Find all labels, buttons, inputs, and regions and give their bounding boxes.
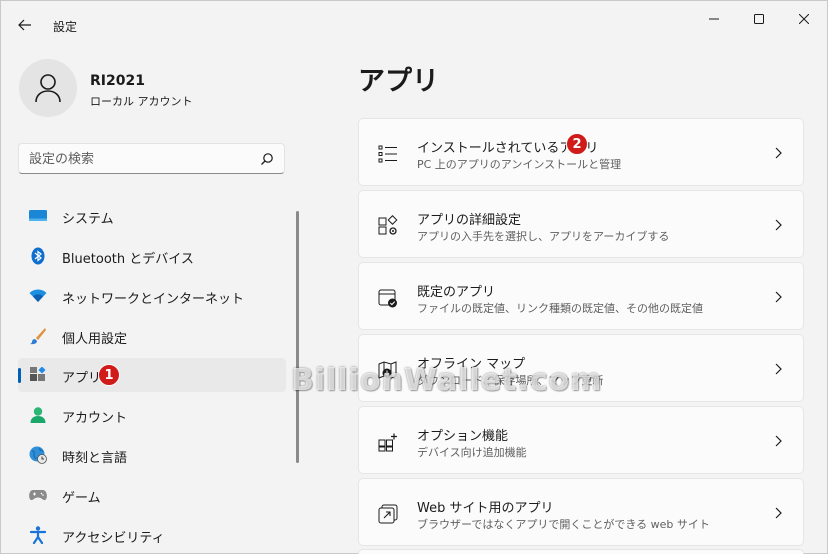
minimize-icon — [709, 18, 719, 20]
avatar[interactable] — [19, 59, 77, 117]
chevron-right-icon — [775, 507, 782, 519]
settings-window: 設定 RI2021 ローカル アカウント システム — [0, 0, 828, 554]
default-apps-icon — [378, 289, 397, 308]
accessibility-icon — [29, 526, 47, 544]
card-description: デバイス向け追加機能 — [417, 446, 527, 459]
offline-maps-icon — [378, 361, 397, 379]
card-description: アプリの入手先を選択し、アプリをアーカイブする — [417, 230, 670, 243]
network-icon — [29, 287, 47, 305]
sidebar-scrollbar[interactable] — [296, 211, 299, 463]
chevron-right-icon — [775, 363, 782, 375]
sidebar-item-gaming[interactable]: ゲーム — [18, 478, 286, 512]
sidebar-item-label: Bluetooth とデバイス — [62, 252, 194, 267]
chevron-right-icon — [775, 219, 782, 231]
sidebar-item-accounts[interactable]: アカウント — [18, 398, 286, 432]
user-name: RI2021 — [90, 73, 145, 89]
sidebar-item-label: アカウント — [62, 411, 128, 426]
chevron-right-icon — [775, 435, 782, 447]
card-offline-maps[interactable]: オフライン マップ ダウンロード、保存場所、マップ更新 — [358, 334, 804, 402]
card-title: Web サイト用のアプリ — [417, 501, 554, 516]
card-apps-for-websites[interactable]: Web サイト用のアプリ ブラウザーではなくアプリで開くことができる web サ… — [358, 478, 804, 546]
window-title: 設定 — [53, 20, 78, 34]
maximize-button[interactable] — [744, 7, 774, 31]
step-badge: 2 — [566, 133, 588, 155]
chevron-right-icon — [775, 147, 782, 159]
card-description: ファイルの既定値、リンク種類の既定値、その他の既定値 — [417, 302, 703, 315]
title-bar: 設定 — [1, 1, 827, 49]
optional-features-icon — [378, 433, 397, 452]
card-title: オフライン マップ — [417, 357, 526, 372]
minimize-button[interactable] — [699, 7, 729, 31]
card-description: ダウンロード、保存場所、マップ更新 — [417, 374, 604, 387]
card-installed-apps[interactable]: インストールされているアプリ PC 上のアプリのアンインストールと管理 2 — [358, 118, 804, 186]
back-button[interactable] — [13, 13, 37, 37]
card-title: アプリの詳細設定 — [417, 213, 522, 228]
sidebar-item-label: ゲーム — [62, 491, 101, 506]
sidebar-item-label: アクセシビリティ — [62, 531, 165, 546]
selected-indicator — [18, 368, 21, 383]
account-type: ローカル アカウント — [90, 95, 193, 108]
advanced-app-settings-icon — [378, 215, 398, 235]
apps-for-websites-icon — [378, 504, 398, 524]
search-icon[interactable] — [260, 152, 274, 166]
search-input[interactable] — [29, 151, 249, 167]
sidebar-item-network[interactable]: ネットワークとインターネット — [18, 279, 286, 313]
sidebar-item-personalization[interactable]: 個人用設定 — [18, 319, 286, 353]
sidebar-item-label: システム — [62, 212, 114, 227]
sidebar-item-apps[interactable]: アプリ 1 — [18, 358, 286, 392]
chevron-right-icon — [775, 291, 782, 303]
gaming-icon — [29, 486, 47, 504]
user-icon — [35, 74, 61, 103]
card-advanced-app-settings[interactable]: アプリの詳細設定 アプリの入手先を選択し、アプリをアーカイブする — [358, 190, 804, 258]
sidebar-item-bluetooth[interactable]: Bluetooth とデバイス — [18, 239, 286, 273]
card-default-apps[interactable]: 既定のアプリ ファイルの既定値、リンク種類の既定値、その他の既定値 — [358, 262, 804, 330]
bluetooth-icon — [29, 247, 47, 265]
search-box[interactable] — [18, 143, 285, 174]
personalization-icon — [29, 327, 47, 345]
card-title: オプション機能 — [417, 429, 509, 444]
card-title: 既定のアプリ — [417, 285, 496, 300]
time-language-icon — [29, 446, 47, 464]
page-title: アプリ — [358, 66, 439, 97]
card-optional-features[interactable]: オプション機能 デバイス向け追加機能 — [358, 406, 804, 474]
maximize-icon — [754, 14, 764, 24]
sidebar-item-label: 個人用設定 — [62, 332, 128, 347]
sidebar-item-label: 時刻と言語 — [62, 451, 128, 466]
sidebar-item-time-language[interactable]: 時刻と言語 — [18, 438, 286, 472]
apps-icon — [29, 366, 47, 384]
accounts-icon — [29, 406, 47, 424]
sidebar-item-accessibility[interactable]: アクセシビリティ — [18, 518, 286, 552]
sidebar-item-label: ネットワークとインターネット — [62, 292, 245, 307]
close-button[interactable] — [789, 7, 819, 31]
system-icon — [29, 207, 47, 225]
close-icon — [799, 14, 809, 24]
back-arrow-icon — [18, 19, 31, 31]
installed-apps-icon — [378, 145, 397, 163]
step-badge: 1 — [98, 364, 120, 386]
sidebar-item-system[interactable]: システム — [18, 199, 286, 233]
card-description: PC 上のアプリのアンインストールと管理 — [417, 158, 622, 171]
next-card-edge — [358, 549, 804, 554]
sidebar-item-label: アプリ — [62, 371, 102, 386]
card-description: ブラウザーではなくアプリで開くことができる web サイト — [417, 518, 710, 531]
